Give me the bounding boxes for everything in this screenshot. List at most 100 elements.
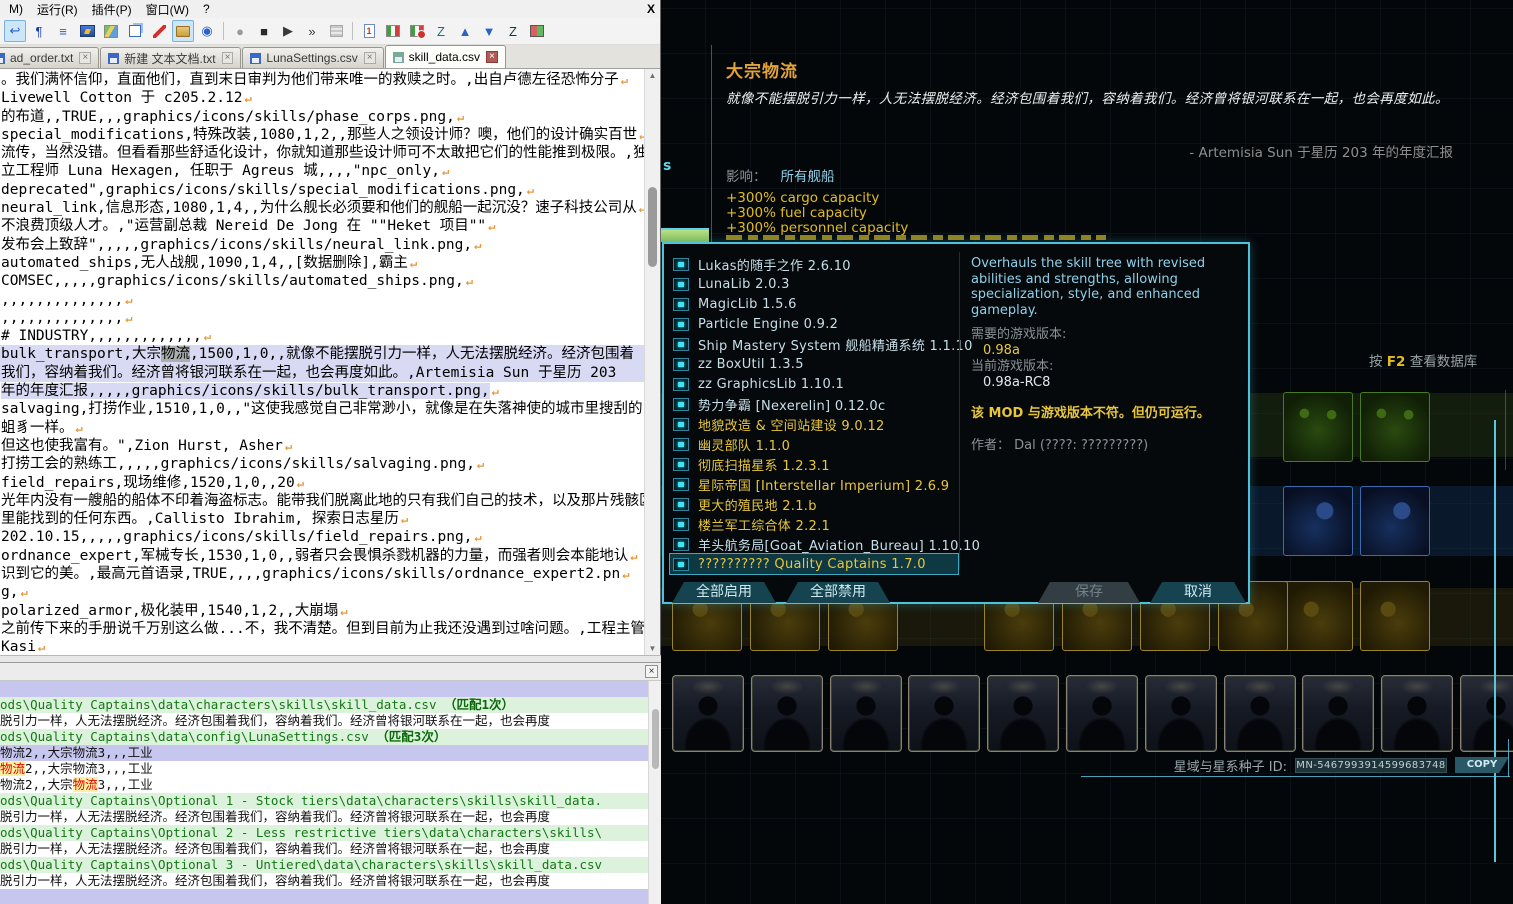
nav-first-icon[interactable]: Z xyxy=(430,20,452,42)
nav-prev-icon[interactable]: ▲ xyxy=(454,20,476,42)
mod-checkbox-icon[interactable] xyxy=(673,498,689,511)
menu-item-2[interactable]: 插件(P) xyxy=(85,0,139,19)
shortcut-mapper-icon[interactable] xyxy=(76,20,98,42)
editor-text-area[interactable]: 。我们满怀信仰，直面他们，直到末日审判为他们带来唯一的救赎之时。,出自卢德左径恐… xyxy=(0,69,660,655)
mod-list-item[interactable]: 楼兰军工综合体 2.2.1 xyxy=(670,514,958,534)
mod-checkbox-icon[interactable] xyxy=(673,298,689,311)
find-result-match[interactable]: 脱引力一样，人无法摆脱经济。经济包围着我们，容纳着我们。经济曾将银河联系在一起，… xyxy=(0,873,661,889)
tab-close-icon[interactable]: × xyxy=(486,51,498,63)
skill-icon-blue[interactable] xyxy=(1360,486,1430,556)
officer-portrait[interactable] xyxy=(1381,675,1453,752)
menu-item-0[interactable]: M) xyxy=(2,1,30,17)
find-result-file[interactable]: ods\Quality Captains\data\config\LunaSet… xyxy=(0,729,661,745)
find-result-match[interactable]: 物流2,,大宗物流3,,,工业 xyxy=(0,745,661,761)
mod-list-item[interactable]: LunaLib 2.0.3 xyxy=(670,274,958,294)
tab-skill_data.csv[interactable]: skill_data.csv× xyxy=(385,45,506,68)
officer-portrait[interactable] xyxy=(830,675,902,752)
officer-portrait[interactable] xyxy=(1302,675,1374,752)
find-result-file[interactable]: ods\Quality Captains\data\characters\ski… xyxy=(0,697,661,713)
indent-guide-icon[interactable]: ≡ xyxy=(52,20,74,42)
mod-checkbox-icon[interactable] xyxy=(673,558,689,571)
mod-checkbox-icon[interactable] xyxy=(673,438,689,451)
tab-close-icon[interactable]: × xyxy=(79,52,91,64)
close-icon[interactable]: × xyxy=(645,665,658,678)
mod-checkbox-icon[interactable] xyxy=(673,518,689,531)
word-wrap-icon[interactable]: ↩ xyxy=(4,20,26,42)
mod-list-item[interactable]: 彻底扫描星系 1.2.3.1 xyxy=(670,454,958,474)
mod-list-item[interactable]: ?????????? Quality Captains 1.7.0 xyxy=(670,554,958,574)
window-close-button[interactable]: X xyxy=(642,2,660,16)
macro-save-icon[interactable] xyxy=(325,20,347,42)
find-result-match[interactable]: 脱引力一样，人无法摆脱经济。经济包围着我们，容纳着我们。经济曾将银河联系在一起，… xyxy=(0,841,661,857)
panel-splitter[interactable] xyxy=(0,655,661,663)
mod-list-item[interactable]: Particle Engine 0.9.2 xyxy=(670,314,958,334)
skill-scrollbar[interactable] xyxy=(1494,420,1496,862)
officer-portrait[interactable] xyxy=(987,675,1059,752)
tab-close-icon[interactable]: × xyxy=(222,52,234,64)
skill-icon-yellow[interactable] xyxy=(1283,581,1353,651)
find-result-file[interactable]: ods\Quality Captains\Optional 1 - Stock … xyxy=(0,793,661,809)
mod-checkbox-icon[interactable] xyxy=(673,378,689,391)
enable-all-button[interactable]: 全部启用 xyxy=(672,582,776,603)
mod-list-item[interactable]: 幽灵部队 1.1.0 xyxy=(670,434,958,454)
disable-all-button[interactable]: 全部禁用 xyxy=(786,582,890,603)
mod-checkbox-icon[interactable] xyxy=(673,338,689,351)
mod-checkbox-icon[interactable] xyxy=(673,418,689,431)
tab-LunaSettings.csv[interactable]: LunaSettings.csv× xyxy=(242,47,383,68)
mod-list-item[interactable]: Lukas的随手之作 2.6.10 xyxy=(670,254,958,274)
mod-list-item[interactable]: 羊头航务局[Goat_Aviation_Bureau] 1.10.10 xyxy=(670,534,958,554)
mod-checkbox-icon[interactable] xyxy=(673,278,689,291)
mod-list-item[interactable]: zz BoxUtil 1.3.5 xyxy=(670,354,958,374)
compare-icon[interactable] xyxy=(382,20,404,42)
find-result-summary[interactable] xyxy=(0,889,661,904)
skill-icon-blue[interactable] xyxy=(1283,486,1353,556)
compare-clear-icon[interactable] xyxy=(406,20,428,42)
officer-portrait[interactable] xyxy=(1066,675,1138,752)
officer-portrait[interactable] xyxy=(1460,675,1513,752)
find-result-file[interactable]: ods\Quality Captains\Optional 2 - Less r… xyxy=(0,825,661,841)
menu-item-1[interactable]: 运行(R) xyxy=(30,0,85,19)
skill-icon-yellow[interactable] xyxy=(1360,581,1430,651)
tab-close-icon[interactable]: × xyxy=(364,52,376,64)
officer-portrait[interactable] xyxy=(908,675,980,752)
copy-button[interactable]: copy xyxy=(1455,757,1509,773)
mod-list-item[interactable]: 更大的殖民地 2.1.b xyxy=(670,494,958,514)
mod-checkbox-icon[interactable] xyxy=(673,538,689,551)
edit-marker-icon[interactable] xyxy=(148,20,170,42)
officer-portrait[interactable] xyxy=(672,675,744,752)
compare-panels-icon[interactable] xyxy=(526,20,548,42)
mod-checkbox-icon[interactable] xyxy=(673,398,689,411)
document-map-icon[interactable] xyxy=(100,20,122,42)
officer-portrait[interactable] xyxy=(751,675,823,752)
document-peek-icon[interactable]: ◉ xyxy=(196,20,218,42)
mod-list-item[interactable]: 势力争霸 [Nexerelin] 0.12.0c xyxy=(670,394,958,414)
find-result-match[interactable]: 物流2,,大宗物流3,,,工业 xyxy=(0,761,661,777)
editor-vertical-scrollbar[interactable]: ▲ ▼ xyxy=(644,69,660,655)
mod-list-item[interactable]: 星际帝国 [Interstellar Imperium] 2.6.9 xyxy=(670,474,958,494)
macro-stop-icon[interactable]: ■ xyxy=(253,20,275,42)
officer-portrait[interactable] xyxy=(1145,675,1217,752)
cancel-button[interactable]: 取消 xyxy=(1150,582,1246,603)
mod-list-item[interactable]: MagicLib 1.5.6 xyxy=(670,294,958,314)
nav-next-icon[interactable]: ▼ xyxy=(478,20,500,42)
mod-checkbox-icon[interactable] xyxy=(673,478,689,491)
skill-icon-green[interactable] xyxy=(1360,392,1430,462)
clone-document-icon[interactable] xyxy=(124,20,146,42)
mod-checkbox-icon[interactable] xyxy=(673,358,689,371)
scroll-up-icon[interactable]: ▲ xyxy=(645,71,660,80)
tab-ad_order.txt[interactable]: ad_order.txt× xyxy=(0,47,99,68)
find-result-summary[interactable] xyxy=(0,681,661,697)
nav-last-icon[interactable]: Z xyxy=(502,20,524,42)
macro-record-icon[interactable]: ● xyxy=(229,20,251,42)
mod-checkbox-icon[interactable] xyxy=(673,258,689,271)
tab--.txt[interactable]: 新建 文本文档.txt× xyxy=(100,47,241,68)
mod-list-item[interactable]: zz GraphicsLib 1.10.1 xyxy=(670,374,958,394)
show-all-characters-icon[interactable]: ¶ xyxy=(28,20,50,42)
doc-switcher-icon[interactable] xyxy=(358,20,380,42)
macro-run-multiple-icon[interactable]: » xyxy=(301,20,323,42)
folder-as-workspace-icon[interactable] xyxy=(172,20,194,42)
mod-checkbox-icon[interactable] xyxy=(673,458,689,471)
mod-list-item[interactable]: Ship Mastery System 舰船精通系统 1.1.10 xyxy=(670,334,958,354)
find-result-match[interactable]: 物流2,,大宗物流3,,,工业 xyxy=(0,777,661,793)
results-scrollbar[interactable] xyxy=(648,681,661,904)
